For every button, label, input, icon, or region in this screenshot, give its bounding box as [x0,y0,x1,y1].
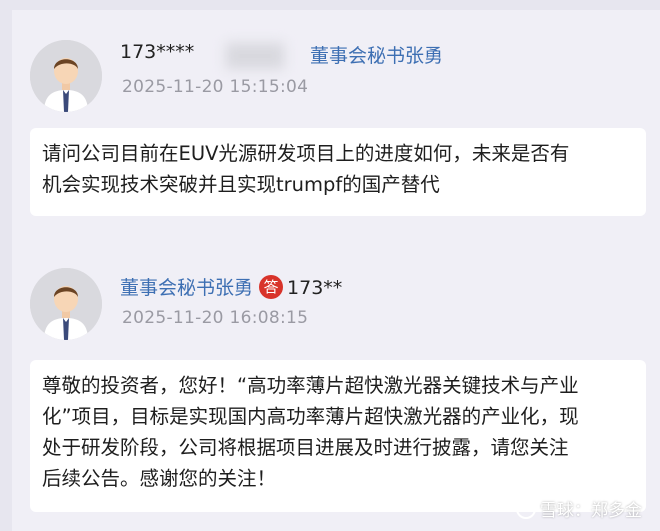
watermark-text: 雪球：郑多金 [540,501,642,521]
answer-reply-to[interactable]: 173** [287,277,342,299]
answer-header: 董事会秘书张勇答 173** [120,273,342,300]
answer-badge: 答 [259,275,284,299]
answer-text-line: 化”项目，目标是实现国内高功率薄片超快激光器的产业化，现 [42,405,579,428]
qa-feed: 173**** 董事会秘书张勇 2025-11-20 15:15:04 请问公司… [12,10,660,531]
watermark: 雪球：郑多金 [516,496,642,521]
answer-text-line: 处于研发阶段，公司将根据项目进展及时进行披露，请您关注 [42,436,569,459]
question-mention[interactable]: 董事会秘书张勇 [310,41,443,68]
question-user-name[interactable]: 173**** [120,41,194,63]
answer-text-line: 尊敬的投资者，您好！“高功率薄片超快激光器关键技术与产业 [42,374,579,397]
answer-time: 2025-11-20 16:08:15 [122,308,309,328]
answerer-avatar-icon[interactable] [30,268,102,340]
xueqiu-logo-icon [516,499,536,519]
question-header: 173**** [120,41,194,63]
question-time: 2025-11-20 15:15:04 [122,77,309,97]
blurred-region [226,43,284,69]
user-avatar-icon[interactable] [30,40,102,112]
answer-text-line: 后续公告。感谢您的关注！ [42,467,277,490]
answer-user-name[interactable]: 董事会秘书张勇 [120,277,253,299]
question-text-line: 机会实现技术突破并且实现trumpf的国产替代 [42,173,440,196]
question-text-line: 请问公司目前在EUV光源研发项目上的进度如何，未来是否有 [42,142,570,165]
question-bubble: 请问公司目前在EUV光源研发项目上的进度如何，未来是否有 机会实现技术突破并且实… [30,128,646,216]
answer-bubble: 尊敬的投资者，您好！“高功率薄片超快激光器关键技术与产业 化”项目，目标是实现国… [30,360,646,512]
